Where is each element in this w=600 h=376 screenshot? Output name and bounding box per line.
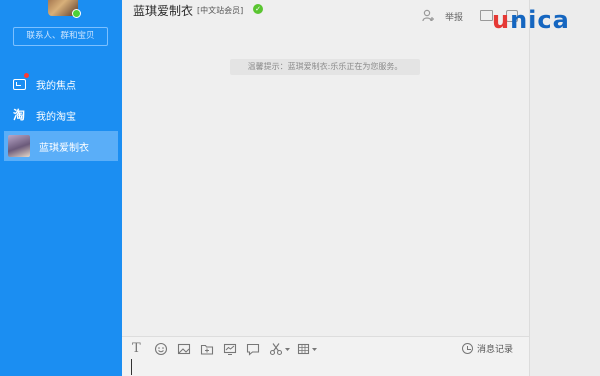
- add-contact-icon[interactable]: [422, 9, 435, 22]
- message-input-area[interactable]: T 消息记录: [122, 336, 529, 376]
- report-button[interactable]: 举报: [445, 10, 463, 23]
- image-icon[interactable]: [177, 342, 191, 356]
- service-notice: 温馨提示：蓝琪爱制衣:乐乐正在为您服务。: [230, 59, 420, 75]
- unica-logo: unica: [492, 6, 570, 34]
- grid-icon[interactable]: [297, 342, 319, 356]
- emoji-icon[interactable]: [154, 342, 168, 356]
- sidebar-item-focus[interactable]: 我的焦点: [0, 69, 122, 99]
- sidebar-item-label: 我的焦点: [36, 80, 76, 92]
- focus-icon: [12, 73, 29, 91]
- message-area: 温馨提示：蓝琪爱制衣:乐乐正在为您服务。: [122, 24, 529, 336]
- scissors-icon[interactable]: [269, 342, 291, 356]
- comment-icon[interactable]: [246, 342, 260, 356]
- sidebar-item-shop-chat[interactable]: 蓝琪爱制衣: [4, 131, 118, 161]
- member-badge: [中文站会员]: [197, 6, 244, 15]
- right-info-panel: [529, 0, 600, 376]
- sidebar-item-my-taobao[interactable]: 淘 我的淘宝: [0, 100, 122, 130]
- shop-avatar: [8, 135, 30, 157]
- notification-dot: [24, 73, 29, 78]
- text-format-icon[interactable]: T: [132, 342, 141, 356]
- folder-icon[interactable]: [200, 342, 214, 356]
- history-label: 消息记录: [477, 345, 514, 355]
- message-history-button[interactable]: 消息记录: [462, 342, 513, 355]
- sidebar-item-label: 我的淘宝: [36, 111, 76, 123]
- online-status-icon: [72, 9, 81, 18]
- user-avatar[interactable]: [48, 0, 81, 18]
- sidebar-item-label: 蓝琪爱制衣: [39, 142, 89, 154]
- sidebar: 联系人、群和宝贝 我的焦点 淘 我的淘宝 蓝琪爱制衣: [0, 0, 122, 376]
- chat-header: 蓝琪爱制衣 [中文站会员] ✓ 举报: [122, 0, 530, 24]
- screen-icon[interactable]: [223, 342, 237, 356]
- verified-icon: ✓: [253, 4, 263, 14]
- taobao-icon: 淘: [12, 108, 25, 122]
- chat-title[interactable]: 蓝琪爱制衣: [133, 2, 193, 19]
- contact-search-input[interactable]: 联系人、群和宝贝: [13, 27, 108, 46]
- text-cursor: [131, 359, 132, 375]
- clock-icon: [462, 343, 473, 354]
